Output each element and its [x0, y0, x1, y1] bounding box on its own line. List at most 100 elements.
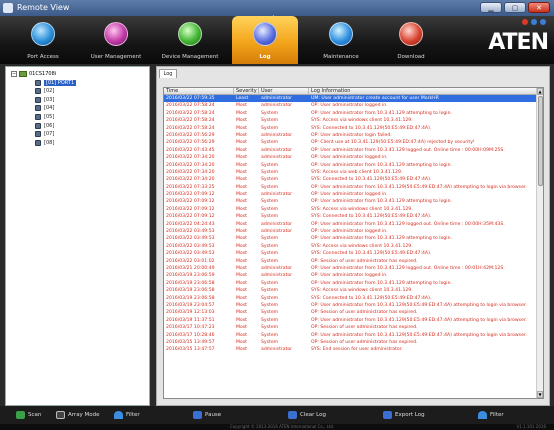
- cell-user: System: [261, 243, 279, 249]
- cell-user: System: [261, 302, 279, 308]
- tree-item-port[interactable]: [05]: [35, 113, 54, 120]
- tree-item-port[interactable]: [01] PORT1: [35, 79, 77, 86]
- column-header-log-information[interactable]: Log Information: [309, 88, 538, 95]
- table-row[interactable]: 2016/03/22 07:59:35 Least administrator UM:…: [164, 95, 538, 103]
- table-row[interactable]: 2016/03/22 07:58:24 Most System SYS: Connec…: [164, 125, 538, 132]
- cell-severity: Most: [236, 199, 247, 205]
- table-row[interactable]: 2016/03/17 10:28:46 Most System OP: User ad…: [164, 332, 538, 339]
- tree-item-port[interactable]: [03]: [35, 96, 54, 103]
- clear-log-button[interactable]: Clear Log: [288, 409, 326, 421]
- collapse-icon[interactable]: −: [11, 71, 17, 77]
- cell-log-information: OP: User administrator from 10.3.41.129 …: [311, 199, 452, 205]
- table-row[interactable]: 2016/03/22 07:34:20 Most System OP: User ad…: [164, 162, 538, 169]
- tree-item-label: [07]: [44, 131, 55, 138]
- filter-left-button[interactable]: Filter: [114, 409, 140, 421]
- cell-time: 2016/03/22 03:49:53: [166, 236, 215, 242]
- tree-item-port[interactable]: [06]: [35, 122, 54, 129]
- close-button[interactable]: ✕: [528, 2, 550, 13]
- port-icon: [35, 105, 41, 112]
- column-header-user[interactable]: User: [259, 88, 309, 95]
- array-mode-button[interactable]: Array Mode: [56, 409, 100, 421]
- clear-log-label: Clear Log: [300, 412, 326, 418]
- table-row[interactable]: 2016/03/22 07:34:20 Most System SYS: Access…: [164, 169, 538, 176]
- pause-label: Pause: [205, 412, 222, 418]
- table-row[interactable]: 2016/03/15 13:49:57 Most System OP: Session…: [164, 339, 538, 346]
- table-row[interactable]: 2016/03/22 07:09:12 Most System OP: User ad…: [164, 198, 538, 205]
- table-row[interactable]: 2016/03/21 20:00:49 Most administrator OP: …: [164, 265, 538, 272]
- table-row[interactable]: 2016/03/19 12:13:03 Most System OP: Session…: [164, 309, 538, 316]
- pause-button[interactable]: Pause: [193, 409, 221, 421]
- bottom-bar: Scan Array Mode Filter Pause Clear Log E…: [0, 406, 554, 424]
- table-row[interactable]: 2016/03/19 23:06:58 Most System SYS: Connec…: [164, 295, 538, 302]
- status-dots: [522, 19, 546, 25]
- cell-log-information: OP: User administrator logged in.: [311, 273, 388, 279]
- table-row[interactable]: 2016/03/22 07:09:12 Most administrator OP: …: [164, 191, 538, 198]
- table-row[interactable]: 2016/03/19 23:04:57 Most System OP: User ad…: [164, 302, 538, 309]
- table-row[interactable]: 2016/03/22 07:56:29 Most administrator OP: …: [164, 132, 538, 139]
- nav-maintenance[interactable]: Maintenance: [308, 16, 374, 64]
- table-row[interactable]: 2016/03/22 07:58:24 Most System OP: User ad…: [164, 110, 538, 117]
- tab-log[interactable]: Log: [159, 69, 177, 78]
- nav-port-access[interactable]: Port Access: [10, 16, 76, 64]
- tree-root[interactable]: − 01CS1708i: [11, 71, 56, 77]
- table-row[interactable]: 2016/03/22 04:24:43 Most administrator OP: …: [164, 221, 538, 228]
- minimize-button[interactable]: ▁: [480, 2, 502, 13]
- cell-severity: Most: [236, 265, 247, 271]
- cell-user: administrator: [261, 229, 293, 235]
- tree-item-port[interactable]: [04]: [35, 105, 54, 112]
- export-log-button[interactable]: Export Log: [383, 409, 425, 421]
- app-icon: [3, 3, 13, 13]
- cell-severity: Most: [236, 192, 247, 198]
- table-row[interactable]: 2016/03/17 10:47:23 Most System OP: Session…: [164, 324, 538, 331]
- cell-log-information: SYS: Connected to 10.3.41.129(50:E5:49:E…: [311, 251, 432, 257]
- cell-time: 2016/03/22 07:34:20: [166, 169, 215, 175]
- table-row[interactable]: 2016/03/22 07:09:12 Most System SYS: Access…: [164, 206, 538, 213]
- tree-item-port[interactable]: [07]: [35, 131, 54, 138]
- cell-log-information: OP: Session of user administrator has ex…: [311, 339, 418, 345]
- cell-user: System: [261, 206, 279, 212]
- table-row[interactable]: 2016/03/22 07:56:29 Most System OP: Client …: [164, 139, 538, 146]
- table-row[interactable]: 2016/03/22 07:33:25 Most System OP: User ad…: [164, 184, 538, 191]
- cell-time: 2016/03/19 12:13:03: [166, 310, 215, 316]
- table-row[interactable]: 2016/03/22 07:09:12 Most System SYS: Connec…: [164, 213, 538, 220]
- cell-user: System: [261, 118, 279, 124]
- table-row[interactable]: 2016/03/22 03:49:53 Most System SYS: Connec…: [164, 250, 538, 257]
- scroll-down-icon[interactable]: ▼: [537, 391, 543, 398]
- nav-log[interactable]: Log: [232, 16, 298, 64]
- column-header-severity[interactable]: Severity: [234, 88, 259, 95]
- cell-time: 2016/03/22 07:34:20: [166, 162, 215, 168]
- vertical-scrollbar[interactable]: ▲ ▼: [536, 88, 543, 398]
- cell-user: System: [261, 295, 279, 301]
- column-header-time[interactable]: Time: [164, 88, 234, 95]
- table-row[interactable]: 2016/03/22 03:49:53 Most administrator OP: …: [164, 228, 538, 235]
- table-row[interactable]: 2016/03/19 11:37:51 Most System OP: User ad…: [164, 317, 538, 324]
- tree-item-port[interactable]: [08]: [35, 139, 54, 146]
- table-row[interactable]: 2016/03/19 23:06:58 Most System SYS: Access…: [164, 287, 538, 294]
- table-row[interactable]: 2016/03/22 03:49:53 Most System SYS: Access…: [164, 243, 538, 250]
- cell-time: 2016/03/15 13:49:57: [166, 339, 215, 345]
- maximize-button[interactable]: ▢: [504, 2, 526, 13]
- tree-item-port[interactable]: [02]: [35, 88, 54, 95]
- table-row[interactable]: 2016/03/22 07:58:24 Most System SYS: Access…: [164, 117, 538, 124]
- table-row[interactable]: 2016/03/22 07:43:45 Most administrator OP: …: [164, 147, 538, 154]
- table-row[interactable]: 2016/03/22 07:34:20 Most administrator OP: …: [164, 154, 538, 161]
- table-row[interactable]: 2016/03/22 07:58:24 Most administrator OP: …: [164, 102, 538, 109]
- cell-severity: Most: [236, 206, 247, 212]
- nav-download[interactable]: Download: [378, 16, 444, 64]
- scroll-thumb[interactable]: [538, 96, 543, 186]
- filter-button[interactable]: Filter: [478, 409, 504, 421]
- table-row[interactable]: 2016/03/22 07:34:20 Most System SYS: Connec…: [164, 176, 538, 183]
- table-row[interactable]: 2016/03/22 03:01:02 Most System OP: Session…: [164, 258, 538, 265]
- nav-user-management[interactable]: User Management: [83, 16, 149, 64]
- table-row[interactable]: 2016/03/15 13:47:57 Most administrator SYS:…: [164, 346, 538, 353]
- scroll-up-icon[interactable]: ▲: [537, 88, 543, 95]
- port-icon: [35, 113, 41, 120]
- cell-user: administrator: [261, 347, 293, 353]
- table-row[interactable]: 2016/03/22 03:49:53 Most System OP: User ad…: [164, 235, 538, 242]
- nav-device-management[interactable]: Device Management: [157, 16, 223, 64]
- scan-button[interactable]: Scan: [16, 409, 41, 421]
- cell-severity: Most: [236, 251, 247, 257]
- table-row[interactable]: 2016/03/19 23:06:59 Most administrator OP: …: [164, 272, 538, 279]
- table-row[interactable]: 2016/03/19 23:06:58 Most System OP: User ad…: [164, 280, 538, 287]
- cell-time: 2016/03/21 20:00:49: [166, 265, 215, 271]
